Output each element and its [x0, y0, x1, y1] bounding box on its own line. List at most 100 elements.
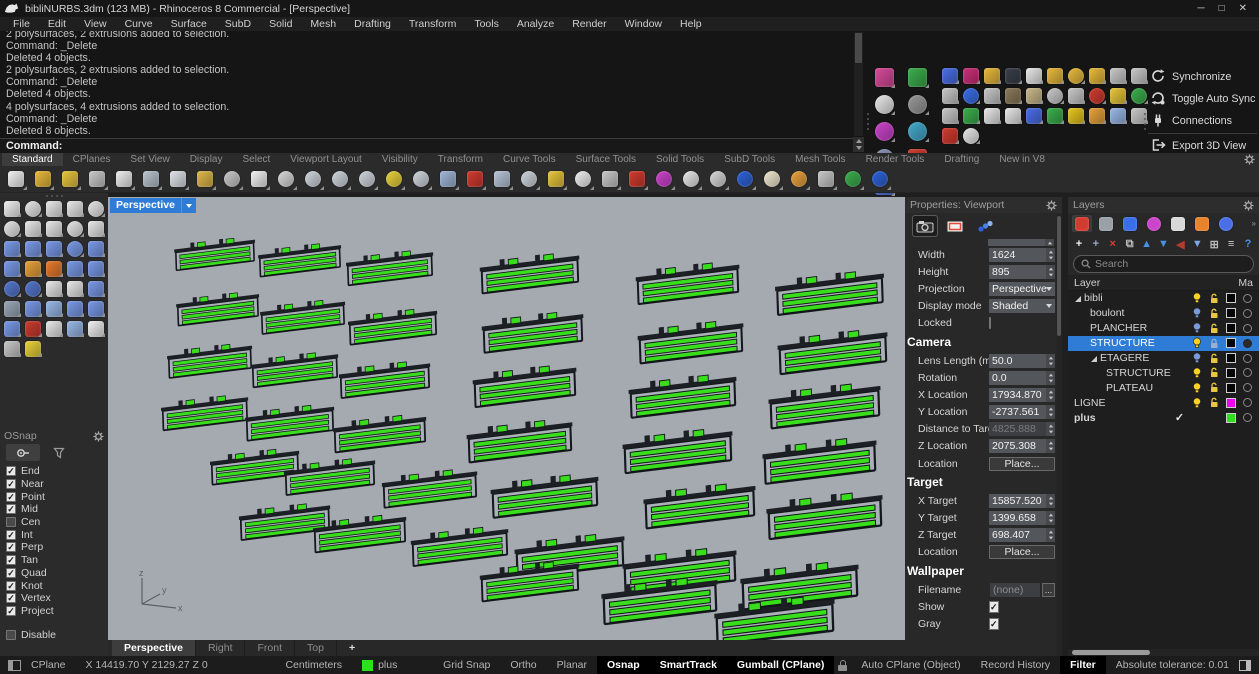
pan-hand-icon[interactable]	[247, 167, 271, 191]
osnap-cen[interactable]: Cen	[6, 516, 108, 529]
menu-drafting[interactable]: Drafting	[345, 18, 400, 30]
mouse-icon[interactable]	[961, 86, 981, 105]
osnap-tab-filter[interactable]	[42, 444, 76, 461]
fillet-flash-icon[interactable]	[44, 259, 64, 278]
lifebuoy-icon[interactable]	[1087, 86, 1107, 105]
history-clock-icon[interactable]	[517, 167, 541, 191]
osnap-tan[interactable]: ✓Tan	[6, 554, 108, 567]
single-point-icon[interactable]	[23, 199, 43, 218]
check-select-icon[interactable]	[86, 319, 106, 338]
package-box-icon[interactable]	[1087, 106, 1107, 125]
shelf-object[interactable]	[637, 317, 744, 364]
list-view-icon[interactable]: ≡	[1223, 236, 1239, 252]
sphere-solid-icon[interactable]	[65, 239, 85, 258]
explode-icon[interactable]	[23, 259, 43, 278]
undo-icon[interactable]	[220, 167, 244, 191]
surface-3pt-icon[interactable]	[2, 239, 22, 258]
menu-surface[interactable]: Surface	[162, 18, 216, 30]
viewport-tab-front[interactable]: Front	[245, 640, 295, 656]
zoom-icon[interactable]	[301, 167, 325, 191]
copy-array-icon[interactable]	[23, 299, 43, 318]
blend-curve-icon[interactable]	[65, 279, 85, 298]
shelf-object[interactable]	[481, 308, 584, 353]
toolbar-tab-visibility[interactable]: Visibility	[372, 153, 428, 166]
statusbar-units[interactable]: Centimeters	[275, 656, 352, 674]
loft-surface-icon[interactable]	[86, 239, 106, 258]
lasso-pyramid-icon[interactable]	[23, 339, 43, 358]
statusbar-right-panel-icon[interactable]	[1239, 660, 1251, 671]
color-tab[interactable]	[1144, 215, 1164, 232]
filter-funnel-icon[interactable]: ▼	[1189, 236, 1205, 252]
toolbar-tab-cplanes[interactable]: CPlanes	[63, 153, 121, 166]
viewport-canvas[interactable]	[108, 197, 905, 640]
new-sublayer-icon[interactable]: +	[1088, 236, 1104, 252]
osnap-tab-snaps[interactable]	[6, 444, 40, 461]
loop-arrows-icon[interactable]	[1045, 86, 1065, 105]
move-down-icon[interactable]: ▼	[1156, 236, 1172, 252]
circle-tool-icon[interactable]	[86, 199, 106, 218]
layer-row-structure[interactable]: STRUCTURE	[1068, 336, 1259, 351]
osnap-knot[interactable]: ✓Knot	[6, 579, 108, 592]
x-location-input[interactable]: 17934.870	[989, 388, 1055, 402]
lock-open-icon[interactable]	[1205, 308, 1222, 319]
layer-color-swatch[interactable]	[1226, 323, 1236, 333]
spinner[interactable]	[1046, 494, 1055, 508]
toolbar-tab-display[interactable]: Display	[180, 153, 233, 166]
url-cursor-icon[interactable]	[1024, 106, 1044, 125]
statusbar-auto-cplane-object-[interactable]: Auto CPlane (Object)	[851, 656, 970, 674]
zoom-dynamic-icon[interactable]	[328, 167, 352, 191]
material-cell[interactable]	[1239, 398, 1256, 407]
swatch-cell[interactable]	[1222, 293, 1239, 303]
osnap-vertex[interactable]: ✓Vertex	[6, 592, 108, 605]
material-cell[interactable]	[1239, 413, 1256, 422]
monitor-icon[interactable]	[940, 66, 960, 85]
command-scrollbar[interactable]	[854, 32, 863, 136]
shelf-object[interactable]	[643, 479, 756, 528]
layer-row-plus[interactable]: plus✓	[1068, 410, 1259, 425]
menu-transform[interactable]: Transform	[400, 18, 465, 30]
bulb-off-icon[interactable]	[1188, 322, 1205, 334]
paste-icon[interactable]	[193, 167, 217, 191]
print-icon[interactable]	[85, 167, 109, 191]
viewport-tab-top[interactable]: Top	[295, 640, 337, 656]
lock-open-icon[interactable]	[1205, 367, 1222, 378]
crate-save-icon[interactable]	[1024, 86, 1044, 105]
layer-row-ligne[interactable]: LIGNE	[1068, 395, 1259, 410]
spinner[interactable]	[1046, 439, 1055, 453]
toolbar-tab-standard[interactable]: Standard	[2, 153, 63, 166]
material-ring-icon[interactable]	[1243, 294, 1252, 303]
osnap-quad[interactable]: ✓Quad	[6, 567, 108, 580]
viewport-tab-perspective[interactable]: Perspective	[112, 640, 196, 656]
cut-scissors-icon[interactable]	[139, 167, 163, 191]
toolbar-tab-viewport-layout[interactable]: Viewport Layout	[280, 153, 372, 166]
menu-edit[interactable]: Edit	[39, 18, 75, 30]
place-button[interactable]: Place...	[989, 545, 1055, 559]
delete-layer-icon[interactable]: ×	[1105, 236, 1121, 252]
action-connections[interactable]: Connections	[1146, 110, 1259, 132]
swatch-cell[interactable]	[1222, 323, 1239, 333]
group-cone-icon[interactable]	[2, 339, 22, 358]
swatch-cell[interactable]	[1222, 383, 1239, 393]
zoom-window-icon[interactable]	[355, 167, 379, 191]
material-ring-icon[interactable]	[1243, 309, 1252, 318]
layer-row-plancher[interactable]: PLANCHER	[1068, 321, 1259, 336]
checkbox-int[interactable]: ✓	[6, 530, 16, 540]
viewport-tab-new[interactable]: +	[337, 640, 367, 656]
mirror-tool-icon[interactable]	[65, 319, 85, 338]
properties-note-icon[interactable]	[112, 167, 136, 191]
osnap-perp[interactable]: ✓Perp	[6, 541, 108, 554]
statusbar-planar[interactable]: Planar	[547, 656, 597, 674]
command-history[interactable]: 2 polysurfaces, 2 extrusions added to se…	[0, 31, 853, 153]
spinner[interactable]	[1046, 405, 1055, 419]
fillet-curve-icon[interactable]	[44, 279, 64, 298]
spinner[interactable]	[1046, 265, 1055, 279]
render-sphere-icon[interactable]	[733, 167, 757, 191]
worker-icon[interactable]	[982, 106, 1002, 125]
spinner[interactable]	[1046, 388, 1055, 402]
shelf-object[interactable]	[775, 267, 885, 315]
viewport-title-dropdown-icon[interactable]	[181, 198, 196, 213]
statusbar-osnap[interactable]: Osnap	[597, 656, 650, 674]
properties-tab-camera-icon[interactable]	[913, 216, 937, 236]
molecule-icon[interactable]	[961, 126, 981, 145]
shelf-object[interactable]	[260, 297, 346, 334]
